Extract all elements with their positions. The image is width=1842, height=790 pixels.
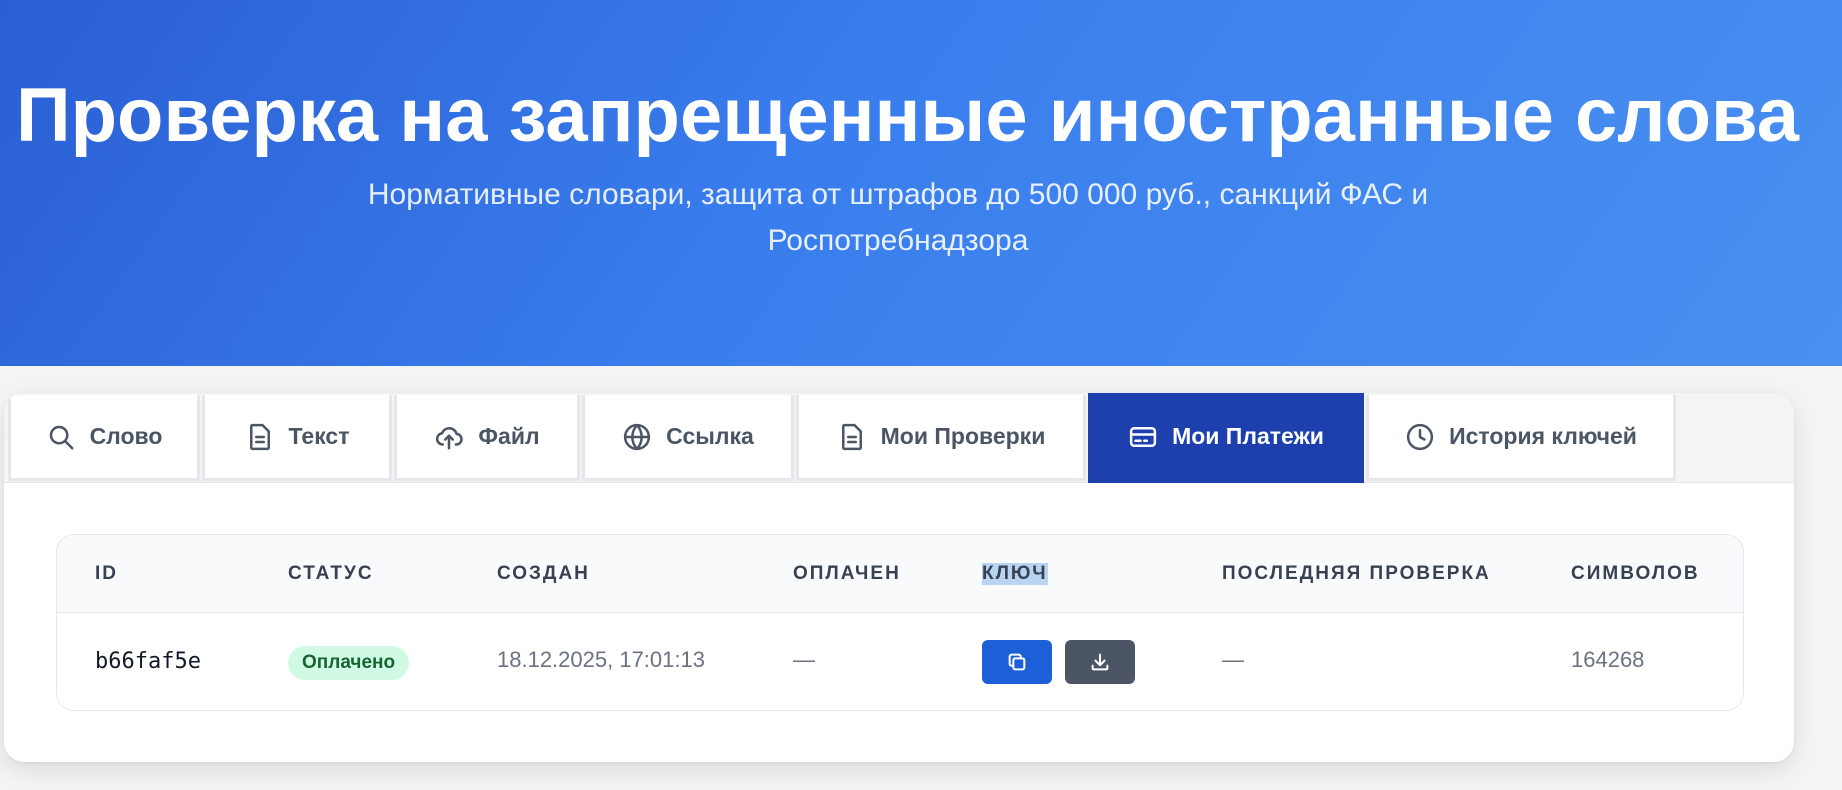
column-header-key: КЛЮЧ	[982, 563, 1048, 585]
table-header: ID СТАТУС СОЗДАН ОПЛАЧЕН КЛЮЧ ПОСЛЕДНЯЯ …	[57, 535, 1743, 613]
column-header-id: ID	[95, 563, 118, 584]
tab-label: Файл	[478, 423, 540, 449]
tab-label: Текст	[288, 423, 350, 449]
status-badge: Оплачено	[288, 646, 410, 680]
copy-key-button[interactable]	[982, 640, 1052, 684]
cloud-upload-icon	[436, 426, 464, 449]
credit-card-icon	[1129, 426, 1157, 447]
payment-id[interactable]: b66faf5e	[95, 649, 201, 674]
created-date: 18.12.2025, 17:01:13	[497, 647, 705, 672]
download-key-button[interactable]	[1065, 640, 1135, 684]
column-header-last-check: ПОСЛЕДНЯЯ ПРОВЕРКА	[1222, 563, 1491, 584]
download-icon	[1091, 653, 1109, 671]
column-header-status: СТАТУС	[288, 563, 374, 584]
table-row: b66faf5e Оплачено 18.12.2025, 17:01:13 —…	[57, 613, 1743, 710]
tab-word[interactable]: Слово	[8, 395, 200, 481]
tab-label: История ключей	[1449, 423, 1637, 449]
document-icon	[841, 423, 862, 450]
tab-key-history[interactable]: История ключей	[1366, 395, 1676, 481]
tab-my-checks[interactable]: Мои Проверки	[796, 395, 1086, 481]
tab-label: Ссылка	[666, 423, 754, 449]
column-header-paid: ОПЛАЧЕН	[793, 563, 901, 584]
last-check-date: —	[1222, 647, 1244, 672]
tab-link[interactable]: Ссылка	[582, 395, 794, 481]
chars-count: 164268	[1571, 647, 1645, 672]
clock-icon	[1406, 423, 1434, 450]
tab-my-payments[interactable]: Мои Платежи	[1088, 393, 1364, 483]
document-icon	[249, 423, 270, 450]
page-subtitle: Нормативные словари, защита от штрафов д…	[0, 172, 1842, 264]
subtitle-line-2: Роспотребнадзора	[767, 224, 1029, 257]
tab-label: Мои Платежи	[1172, 423, 1324, 449]
search-icon	[49, 425, 74, 449]
payments-table: ID СТАТУС СОЗДАН ОПЛАЧЕН КЛЮЧ ПОСЛЕДНЯЯ …	[56, 534, 1744, 711]
column-header-chars: СИМВОЛОВ	[1571, 563, 1700, 584]
tab-label: Мои Проверки	[880, 423, 1046, 449]
tab-bar: Слово Текст Файл Ссылка Мои Проверки Мои…	[4, 393, 1794, 483]
copy-icon	[1008, 653, 1026, 671]
paid-date: —	[793, 647, 815, 672]
page-title: Проверка на запрещенные иностранные слов…	[16, 73, 1799, 158]
tab-file[interactable]: Файл	[394, 395, 580, 481]
subtitle-line-1: Нормативные словари, защита от штрафов д…	[367, 178, 1429, 211]
column-header-created: СОЗДАН	[497, 563, 590, 584]
tab-text[interactable]: Текст	[202, 395, 392, 481]
hero-banner: Проверка на запрещенные иностранные слов…	[0, 0, 1842, 366]
main-card: Слово Текст Файл Ссылка Мои Проверки Мои…	[4, 393, 1794, 762]
globe-icon	[624, 423, 651, 450]
tab-label: Слово	[89, 423, 163, 449]
